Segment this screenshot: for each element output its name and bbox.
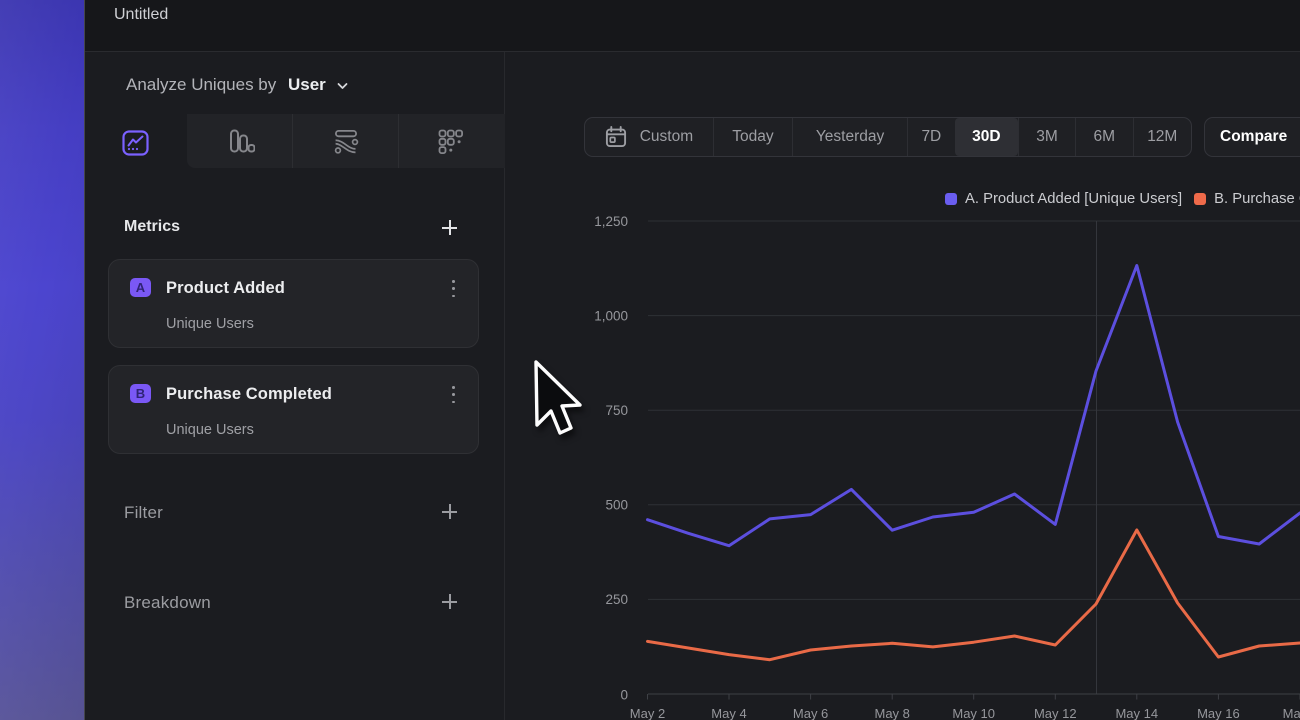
svg-text:May 8: May 8 xyxy=(874,706,909,720)
svg-text:250: 250 xyxy=(605,592,628,607)
svg-text:May 18: May 18 xyxy=(1283,706,1300,720)
svg-text:May 10: May 10 xyxy=(952,706,995,720)
svg-text:0: 0 xyxy=(620,688,628,703)
svg-text:May 2: May 2 xyxy=(630,706,665,720)
svg-text:750: 750 xyxy=(605,403,628,418)
svg-text:May 4: May 4 xyxy=(711,706,746,720)
svg-text:May 16: May 16 xyxy=(1197,706,1240,720)
svg-text:May 12: May 12 xyxy=(1034,706,1077,720)
svg-text:1,000: 1,000 xyxy=(594,308,628,323)
svg-text:1,250: 1,250 xyxy=(594,214,628,229)
svg-text:500: 500 xyxy=(605,498,628,513)
svg-text:May 6: May 6 xyxy=(793,706,828,720)
svg-text:May 14: May 14 xyxy=(1115,706,1158,720)
